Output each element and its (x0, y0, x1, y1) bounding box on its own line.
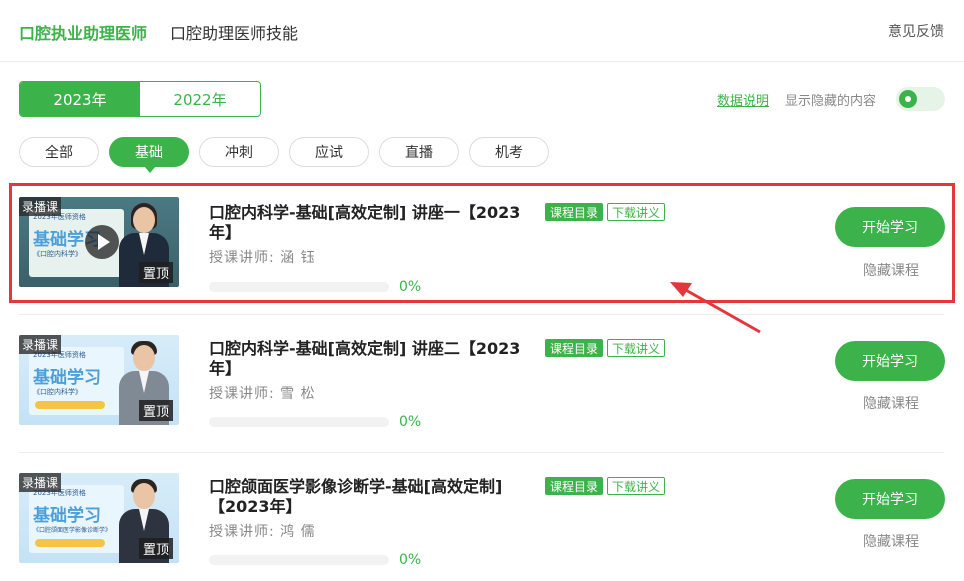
progress-bar (209, 417, 389, 427)
course-title[interactable]: 口腔内科学-基础[高效定制] 讲座一【2023年】 (209, 203, 529, 243)
pinned-tag: 置顶 (138, 538, 173, 559)
tab-dental-assistant-physician[interactable]: 口腔执业助理医师 (19, 20, 147, 44)
download-notes-button[interactable]: 下载讲义 (607, 203, 666, 221)
course-thumbnail[interactable]: 2023年医师资格 基础学习 《口腔内科学》 录播课 置顶 (19, 335, 179, 425)
thumbnail-title: 基础学习 (33, 506, 101, 526)
year-2022-button[interactable]: 2022年 (140, 82, 260, 116)
divider (19, 452, 944, 453)
hide-course-button[interactable]: 隐藏课程 (863, 531, 919, 551)
course-card-3: 2023年医师资格 基础学习 《口腔颌面医学影像诊断学》 录播课 置顶 口腔颌面… (9, 459, 955, 579)
start-learning-button[interactable]: 开始学习 (835, 341, 945, 381)
course-catalog-button[interactable]: 课程目录 (545, 339, 604, 357)
progress-bar (209, 282, 389, 292)
start-learning-button[interactable]: 开始学习 (835, 207, 945, 247)
course-thumbnail[interactable]: 2023年医师资格 基础学习 《口腔内科学》 录播课 置顶 (19, 197, 179, 287)
toggle-knob (899, 90, 917, 108)
course-thumbnail[interactable]: 2023年医师资格 基础学习 《口腔颌面医学影像诊断学》 录播课 置顶 (19, 473, 179, 563)
top-tab-bar: 口腔执业助理医师 口腔助理医师技能 意见反馈 (0, 0, 964, 62)
filter-computer-test[interactable]: 机考 (469, 137, 549, 167)
course-title[interactable]: 口腔内科学-基础[高效定制] 讲座二【2023年】 (209, 339, 529, 379)
pinned-tag: 置顶 (138, 262, 173, 283)
filter-basic[interactable]: 基础 (109, 137, 189, 173)
download-notes-button[interactable]: 下载讲义 (607, 339, 666, 357)
year-switch: 2023年 2022年 (19, 81, 261, 117)
start-learning-button[interactable]: 开始学习 (835, 479, 945, 519)
thumbnail-subtitle: 《口腔颌面医学影像诊断学》 (33, 527, 112, 534)
progress-percent: 0% (399, 414, 422, 430)
filter-exam[interactable]: 应试 (289, 137, 369, 167)
filter-sprint[interactable]: 冲刺 (199, 137, 279, 167)
show-hidden-label: 显示隐藏的内容 (785, 94, 877, 109)
pinned-tag: 置顶 (138, 400, 173, 421)
course-card-2: 2023年医师资格 基础学习 《口腔内科学》 录播课 置顶 口腔内科学-基础[高… (9, 321, 955, 441)
thumbnail-subtitle: 《口腔内科学》 (33, 388, 82, 396)
course-card-1: 2023年医师资格 基础学习 《口腔内科学》 录播课 置顶 口腔内科学-基础[高… (9, 183, 955, 303)
year-2023-button[interactable]: 2023年 (20, 82, 140, 116)
course-catalog-button[interactable]: 课程目录 (545, 203, 604, 221)
play-icon[interactable] (85, 225, 119, 259)
hide-course-button[interactable]: 隐藏课程 (863, 393, 919, 413)
recorded-tag: 录播课 (19, 473, 62, 492)
course-title[interactable]: 口腔颌面医学影像诊断学-基础[高效定制]【2023年】 (209, 477, 509, 517)
show-hidden-toggle[interactable] (896, 87, 945, 111)
filter-all[interactable]: 全部 (19, 137, 99, 167)
thumbnail-subtitle: 《口腔内科学》 (33, 250, 82, 258)
divider (19, 314, 944, 315)
filter-live[interactable]: 直播 (379, 137, 459, 167)
course-teacher: 授课讲师: 涵 钰 (209, 250, 316, 266)
category-filters: 全部 基础 冲刺 应试 直播 机考 (19, 137, 549, 173)
course-teacher: 授课讲师: 鸿 儒 (209, 524, 316, 540)
tab-dental-assistant-skills[interactable]: 口腔助理医师技能 (170, 20, 298, 44)
thumbnail-decoration (35, 539, 105, 547)
thumbnail-title: 基础学习 (33, 368, 101, 388)
recorded-tag: 录播课 (19, 197, 62, 216)
progress-percent: 0% (399, 552, 422, 568)
recorded-tag: 录播课 (19, 335, 62, 354)
course-catalog-button[interactable]: 课程目录 (545, 477, 604, 495)
progress-bar (209, 555, 389, 565)
feedback-link[interactable]: 意见反馈 (888, 21, 944, 41)
progress-percent: 0% (399, 279, 422, 295)
course-teacher: 授课讲师: 雪 松 (209, 386, 316, 402)
download-notes-button[interactable]: 下载讲义 (607, 477, 666, 495)
data-note-link[interactable]: 数据说明 (717, 90, 769, 109)
hide-course-button[interactable]: 隐藏课程 (863, 260, 919, 280)
thumbnail-decoration (35, 401, 105, 409)
